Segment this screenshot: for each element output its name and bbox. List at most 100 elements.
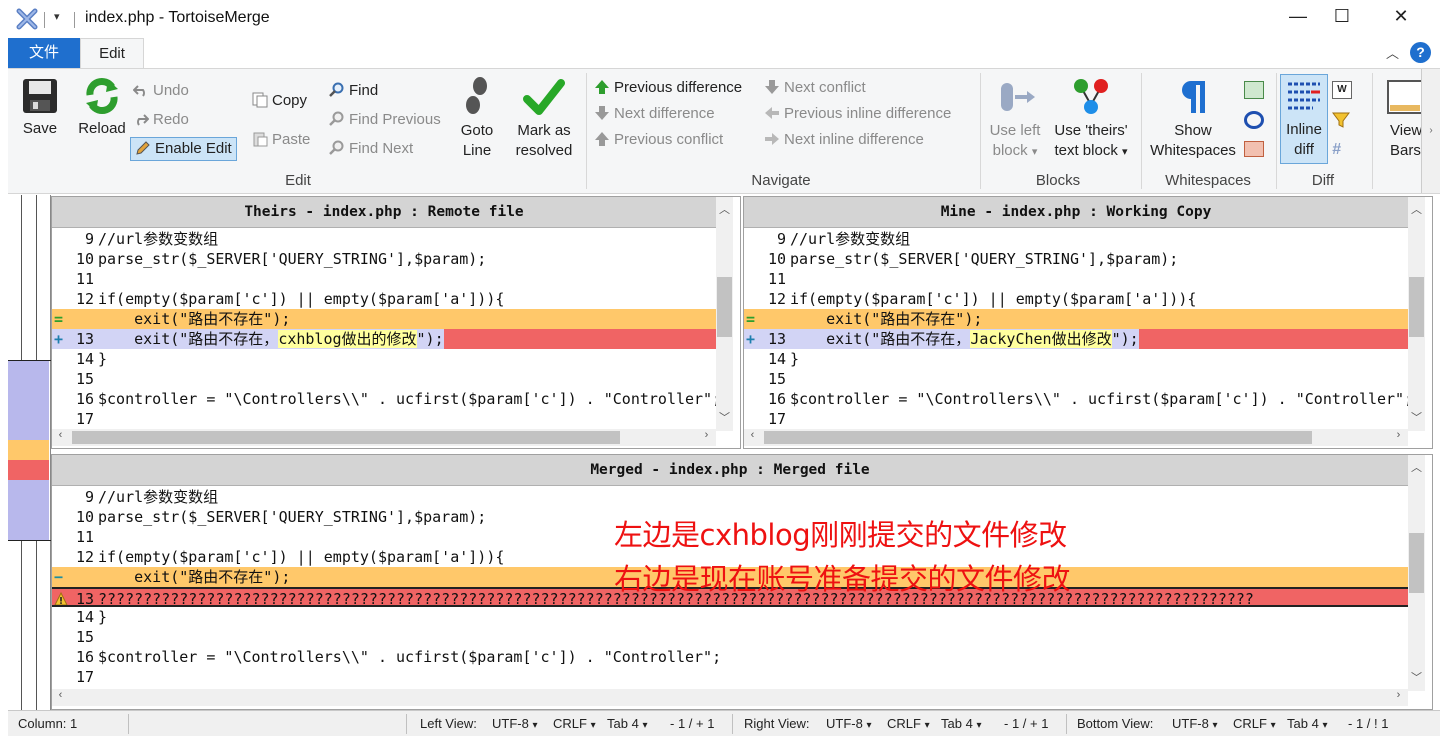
code-line[interactable]: 9//url参数变数组	[744, 229, 1408, 249]
maximize-button[interactable]: ☐	[1327, 6, 1357, 32]
help-icon[interactable]: ?	[1410, 42, 1431, 63]
code-line[interactable]: 9//url参数变数组	[52, 229, 716, 249]
right-view-encoding[interactable]: UTF-8 ▾	[826, 716, 872, 731]
minimize-button[interactable]: —	[1283, 6, 1313, 32]
mine-pane[interactable]: Mine - index.php : Working Copy 9//url参数…	[743, 196, 1433, 449]
next-conflict-button[interactable]: Next conflict	[764, 77, 866, 101]
bottom-view-encoding[interactable]: UTF-8 ▾	[1172, 716, 1218, 731]
use-left-block-icon	[1001, 83, 1035, 111]
merged-horizontal-scrollbar[interactable]: ‹ ›	[52, 689, 1408, 706]
save-button[interactable]: Save	[16, 77, 64, 139]
ignore-whitespace-icon[interactable]	[1244, 111, 1264, 129]
line-text: exit("路由不存在");	[98, 310, 291, 328]
right-view-eol[interactable]: CRLF ▾	[887, 716, 930, 731]
line-text: parse_str($_SERVER['QUERY_STRING'],$para…	[98, 508, 487, 526]
reload-icon	[86, 78, 118, 114]
mine-horizontal-scrollbar[interactable]: ‹ ›	[744, 429, 1408, 446]
use-theirs-block-icon	[1074, 79, 1108, 114]
code-line[interactable]: 14}	[744, 349, 1408, 369]
code-line[interactable]: 10 parse_str($_SERVER['QUERY_STRING'],$pa…	[744, 249, 1408, 269]
code-line[interactable]: +13 exit("路由不存在，cxhblog做出的修改");	[52, 329, 716, 349]
ignore-eol-icon[interactable]	[1244, 141, 1264, 157]
find-previous-button[interactable]: Find Previous	[329, 109, 441, 133]
code-line[interactable]: = exit("路由不存在");	[52, 309, 716, 329]
window-title: index.php - TortoiseMerge	[85, 9, 270, 26]
right-view-tab[interactable]: Tab 4 ▾	[941, 716, 981, 731]
theirs-vertical-scrollbar[interactable]: ︿ ﹀	[716, 197, 733, 431]
code-line[interactable]: 14}	[52, 607, 1408, 627]
code-line[interactable]: 9//url参数变数组	[52, 487, 1408, 507]
merged-vertical-scrollbar[interactable]: ︿ ﹀	[1408, 455, 1425, 691]
code-line[interactable]: 15	[744, 369, 1408, 389]
inline-diff-button[interactable]: Inline diff	[1280, 74, 1328, 164]
next-inline-difference-button[interactable]: Next inline difference	[764, 129, 924, 153]
copy-icon	[252, 92, 268, 108]
quick-access-dropdown-icon[interactable]: ▾	[54, 10, 60, 23]
line-marker: −	[54, 568, 64, 586]
group-separator	[980, 73, 981, 189]
use-left-block-button[interactable]: Use left block ▾	[984, 77, 1046, 162]
code-line[interactable]: 14}	[52, 349, 716, 369]
tab-edit[interactable]: Edit	[80, 38, 144, 69]
code-line[interactable]: 17	[744, 409, 1408, 429]
left-view-eol[interactable]: CRLF ▾	[553, 716, 596, 731]
collapse-ribbon-icon[interactable]: ︿	[1386, 43, 1399, 62]
code-line[interactable]: 17	[52, 667, 1408, 687]
show-whitespaces-button[interactable]: Show Whitespaces	[1146, 77, 1240, 161]
theirs-pane[interactable]: Theirs - index.php : Remote file 9//url参…	[51, 196, 741, 449]
redo-button[interactable]: Redo	[133, 109, 189, 133]
copy-button[interactable]: Copy	[252, 90, 307, 114]
left-view-encoding[interactable]: UTF-8 ▾	[492, 716, 538, 731]
code-line[interactable]: 12 if(empty($param['c']) || empty($param[…	[52, 289, 716, 309]
goto-line-button[interactable]: Goto Line	[452, 77, 502, 161]
diff-locator-bar[interactable]	[8, 195, 51, 710]
next-difference-button[interactable]: Next difference	[594, 103, 715, 127]
mine-vertical-scrollbar[interactable]: ︿ ﹀	[1408, 197, 1425, 431]
close-button[interactable]: ✕	[1386, 6, 1416, 32]
whitespace-option-icon[interactable]	[1244, 81, 1264, 99]
code-line[interactable]: 15	[52, 627, 1408, 647]
added-fill	[443, 329, 716, 349]
mark-resolved-button[interactable]: Mark as resolved	[508, 77, 580, 161]
checkmark-icon	[523, 79, 565, 115]
ribbon-scroll-right-icon[interactable]: ›	[1421, 69, 1440, 193]
previous-difference-button[interactable]: Previous difference	[594, 77, 742, 101]
line-number: 16	[75, 648, 94, 666]
group-separator	[586, 73, 587, 189]
code-line[interactable]: 10 parse_str($_SERVER['QUERY_STRING'],$pa…	[52, 249, 716, 269]
tortoisemerge-app-icon[interactable]	[16, 8, 38, 30]
code-line[interactable]: 16 $controller = "\Controllers\\" . ucfir…	[52, 647, 1408, 667]
reload-button[interactable]: Reload	[72, 77, 132, 139]
undo-button[interactable]: Undo	[132, 80, 189, 104]
code-line[interactable]: 11	[52, 269, 716, 289]
theirs-horizontal-scrollbar[interactable]: ‹ ›	[52, 429, 716, 446]
code-line[interactable]: 11	[744, 269, 1408, 289]
enable-edit-button[interactable]: Enable Edit	[130, 137, 237, 161]
word-diff-icon[interactable]: W	[1332, 81, 1352, 99]
code-line[interactable]: = exit("路由不存在");	[744, 309, 1408, 329]
reload-label: Reload	[78, 120, 126, 137]
mine-code-area[interactable]: 9//url参数变数组 10 parse_str($_SERVER['QUERY_S…	[744, 229, 1408, 429]
code-line[interactable]: 16 $controller = "\Controllers\\" . ucfir…	[52, 389, 716, 409]
bottom-view-eol[interactable]: CRLF ▾	[1233, 716, 1276, 731]
paste-button[interactable]: Paste	[252, 129, 310, 153]
left-view-tab[interactable]: Tab 4 ▾	[607, 716, 647, 731]
code-line[interactable]: 15	[52, 369, 716, 389]
theirs-code-area[interactable]: 9//url参数变数组 10 parse_str($_SERVER['QUERY_S…	[52, 229, 716, 429]
use-theirs-text-block-button[interactable]: Use 'theirs' text block ▾	[1046, 77, 1136, 162]
code-line[interactable]: 17	[52, 409, 716, 429]
filter-icon[interactable]	[1332, 111, 1354, 129]
hash-icon[interactable]: #	[1332, 141, 1352, 159]
left-view-label: Left View:	[420, 716, 477, 731]
code-line[interactable]: 12 if(empty($param['c']) || empty($param[…	[744, 289, 1408, 309]
code-line[interactable]: 16 $controller = "\Controllers\\" . ucfir…	[744, 389, 1408, 409]
tab-file[interactable]: 文件	[8, 38, 80, 68]
copy-label: Copy	[272, 92, 308, 109]
previous-conflict-button[interactable]: Previous conflict	[594, 129, 723, 153]
bottom-view-tab[interactable]: Tab 4 ▾	[1287, 716, 1327, 731]
previous-inline-difference-button[interactable]: Previous inline difference	[764, 103, 951, 127]
find-next-button[interactable]: Find Next	[329, 138, 413, 162]
code-line[interactable]: +13 exit("路由不存在，JackyChen做出修改");	[744, 329, 1408, 349]
view-bars-button[interactable]: View Bars	[1378, 77, 1426, 161]
find-button[interactable]: Find	[329, 80, 378, 104]
